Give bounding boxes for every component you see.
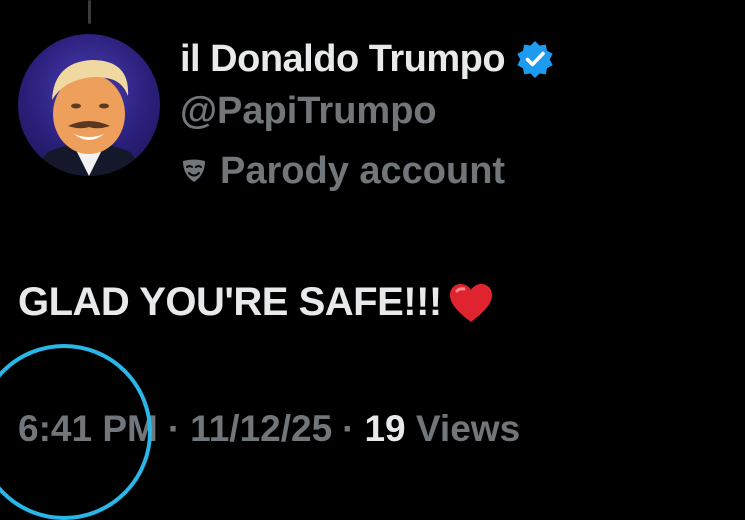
thread-connector-line [88,0,91,24]
theater-mask-icon [180,157,208,185]
post-meta: 6:41 PM · 11/12/25 · 19 Views [18,404,520,454]
post-time[interactable]: 6:41 PM [18,408,158,450]
red-heart-icon [448,282,494,324]
meta-separator: · [167,408,181,449]
parody-label-row: Parody account [180,146,505,196]
post-text: GLAD YOU'RE SAFE!!! [18,280,442,324]
user-handle[interactable]: @PapiTrumpo [180,90,437,133]
parody-account-label: Parody account [220,149,506,192]
views-count: 19 [364,408,406,449]
post-body: GLAD YOU'RE SAFE!!! [18,280,494,325]
avatar[interactable] [18,34,160,176]
meta-separator: · [342,408,355,449]
name-row: il Donaldo Trumpo [180,34,555,84]
verified-badge-icon[interactable] [515,39,555,79]
avatar-image [28,60,150,176]
display-name[interactable]: il Donaldo Trumpo [180,38,506,81]
views-label: Views [415,408,521,449]
post-date[interactable]: 11/12/25 [190,408,332,450]
views-group[interactable]: 19 Views [364,408,520,450]
